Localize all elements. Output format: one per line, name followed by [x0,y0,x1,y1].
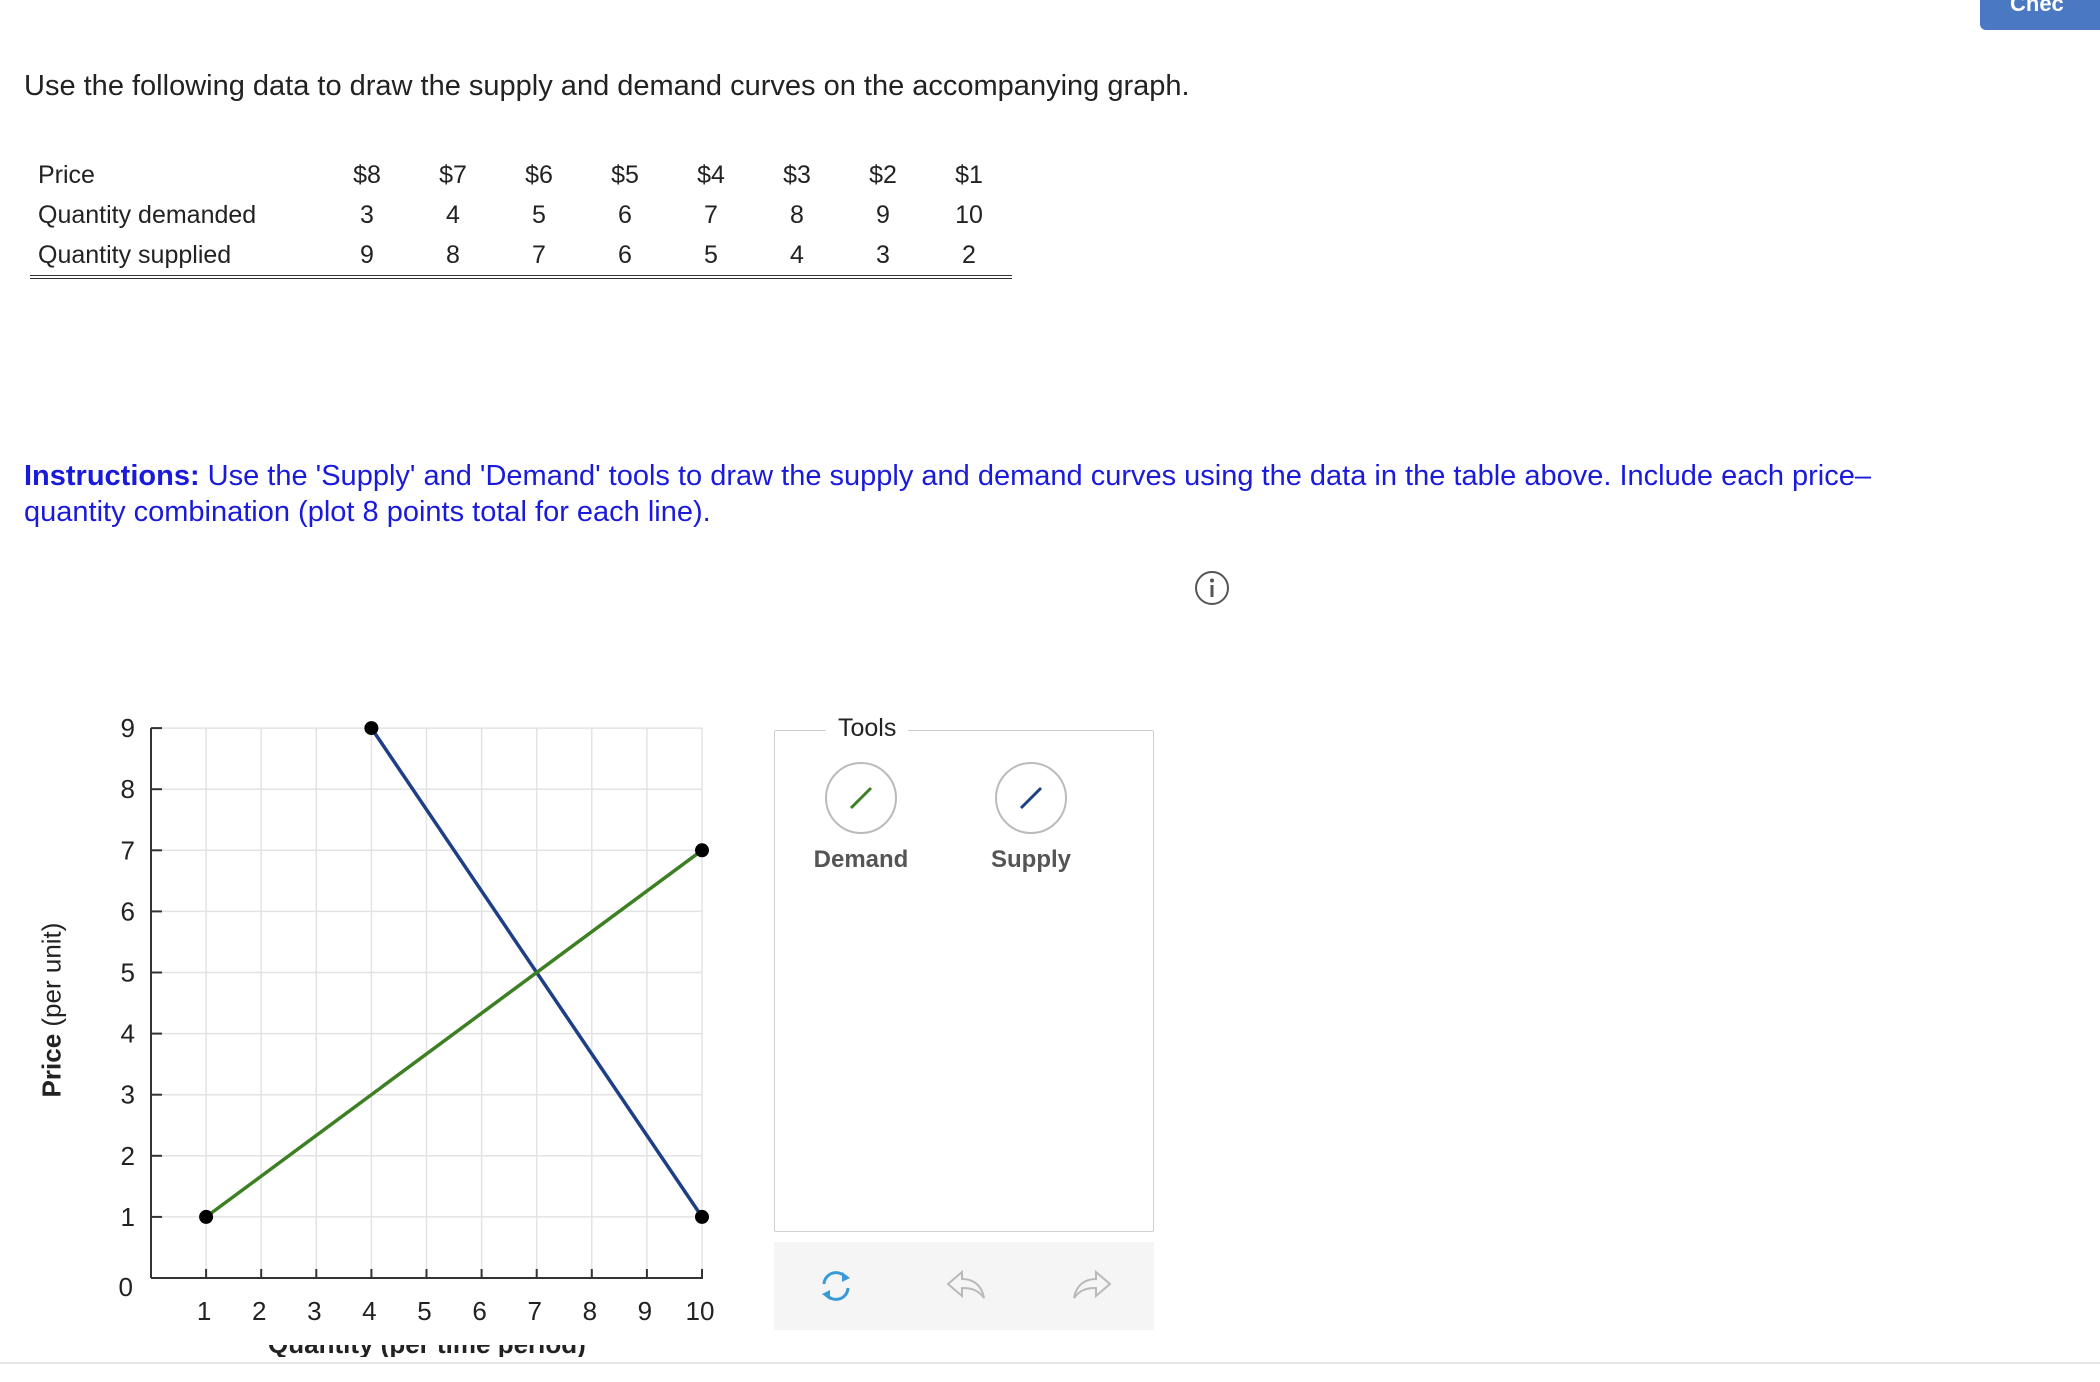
instructions-text: Use the 'Supply' and 'Demand' tools to d… [24,460,1871,528]
x-tick-label: 5 [417,1296,431,1326]
table-cell: $1 [955,160,983,189]
x-tick-label: 2 [252,1296,266,1326]
origin-label: 0 [119,1272,133,1302]
instructions: Instructions: Use the 'Supply' and 'Dema… [24,458,1904,530]
table-cell: 8 [410,235,496,279]
reset-icon[interactable] [814,1266,858,1306]
table-row-label: Price [38,160,95,189]
x-tick-label: 3 [307,1296,321,1326]
x-tick-label: 9 [638,1296,652,1326]
series-point[interactable] [364,721,379,736]
table-row: Quantity demanded 3 4 5 6 7 8 9 10 [30,195,1012,235]
table-cell: $6 [525,160,553,189]
y-tick-label: 8 [121,774,135,804]
table-cell: $4 [697,160,725,189]
table-cell: 3 [360,200,374,229]
table-row-label: Quantity demanded [38,200,257,229]
table-cell: 8 [790,200,804,229]
x-tick-label: 8 [583,1296,597,1326]
table-cell: 7 [496,235,582,279]
table-cell: 5 [668,235,754,279]
action-bar [774,1242,1154,1330]
undo-icon[interactable] [944,1266,988,1306]
table-cell: 7 [704,200,718,229]
supply-tool[interactable]: Supply [971,762,1091,874]
table-cell: 2 [926,235,1012,279]
table-row-label: Quantity supplied [30,235,324,279]
table-cell: 10 [955,200,983,229]
redo-icon[interactable] [1070,1266,1114,1306]
table-cell: 6 [582,235,668,279]
instructions-label: Instructions: [24,460,200,492]
info-icon[interactable] [1194,570,1230,611]
y-tick-label: 5 [121,958,135,988]
demand-tool[interactable]: Demand [801,762,921,874]
y-tick-label: 3 [121,1080,135,1110]
y-tick-label: 2 [121,1141,135,1171]
table-cell: 3 [840,235,926,279]
table-cell: 4 [446,200,460,229]
table-cell: 4 [754,235,840,279]
x-tick-label: 6 [472,1296,486,1326]
series-point[interactable] [199,1209,214,1224]
table-cell: 5 [532,200,546,229]
y-tick-label: 6 [121,896,135,926]
table-row: Quantity supplied 9 8 7 6 5 4 3 2 [30,235,1012,279]
x-tick-label: 1 [197,1296,211,1326]
y-tick-label: 4 [121,1019,135,1049]
x-tick-label: 7 [527,1296,541,1326]
demand-tool-label: Demand [813,846,909,873]
y-tick-label: 9 [121,713,135,743]
bottom-divider [0,1362,2100,1364]
check-button[interactable]: Chec [1980,0,2100,30]
x-tick-label: 10 [686,1296,715,1326]
supply-demand-graph[interactable]: 1 2 3 4 5 6 7 8 9 10 1 2 3 4 5 6 7 8 9 0 [0,690,740,1350]
y-tick-label: 1 [121,1202,135,1232]
intro-text: Use the following data to draw the suppl… [24,70,1190,102]
table-cell: $7 [439,160,467,189]
table-cell: 9 [324,235,410,279]
table-cell: 6 [618,200,632,229]
x-tick-label: 4 [362,1296,376,1326]
tools-title: Tools [826,714,909,743]
data-table: Price $8 $7 $6 $5 $4 $3 $2 $1 Quantity demanded 3 4… [30,155,1012,279]
table-cell: $5 [611,160,639,189]
table-cell: $3 [783,160,811,189]
table-cell: $8 [353,160,381,189]
series-point[interactable] [695,843,709,858]
demand-tool-icon[interactable] [825,762,897,834]
table-row: Price $8 $7 $6 $5 $4 $3 $2 $1 [30,155,1012,195]
series-point[interactable] [695,1209,709,1224]
supply-tool-label: Supply [990,846,1071,873]
y-tick-label: 7 [121,835,135,865]
table-cell: $2 [869,160,897,189]
table-cell: 9 [876,200,890,229]
supply-tool-icon[interactable] [995,762,1067,834]
